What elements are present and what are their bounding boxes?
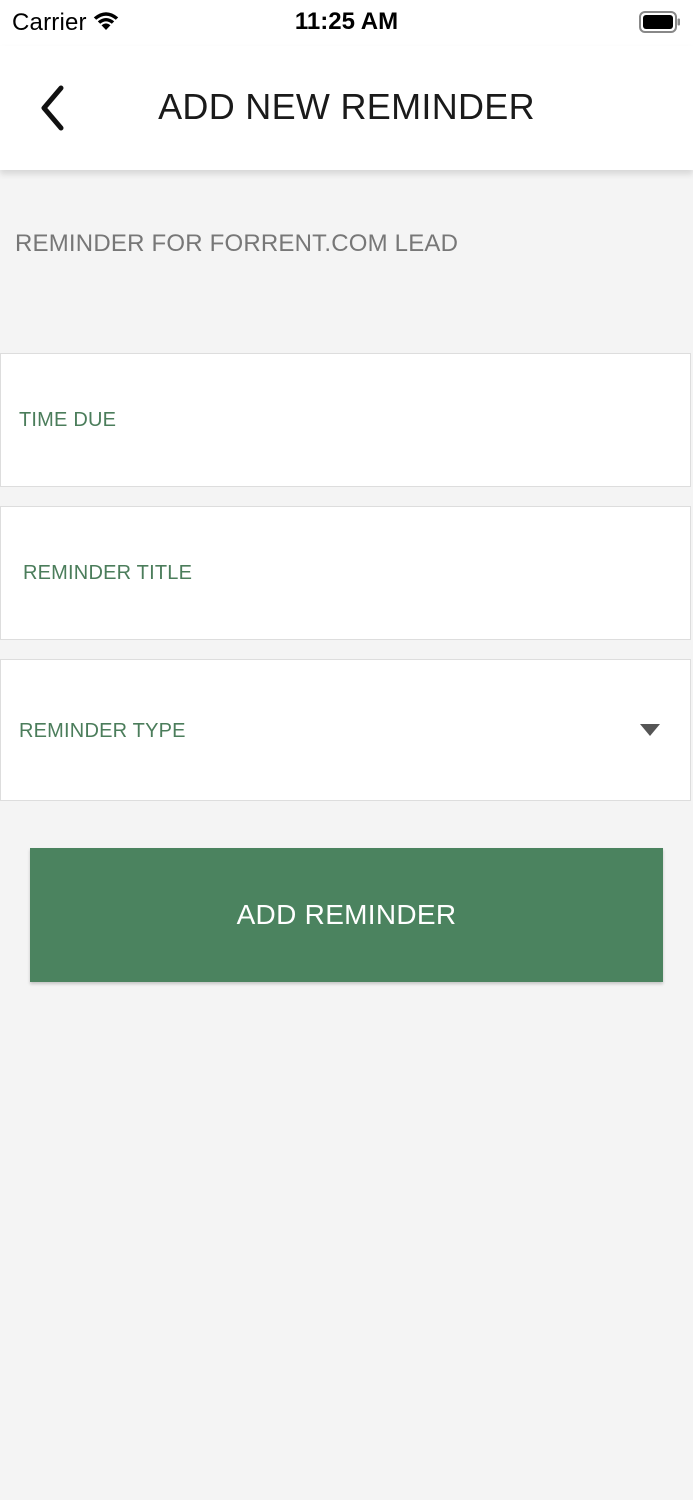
status-time: 11:25 AM (294, 8, 399, 35)
time-due-label: TIME DUE (19, 409, 117, 431)
reminder-title-field[interactable]: REMINDER TITLE (0, 506, 691, 640)
time-due-field[interactable]: TIME DUE (0, 353, 691, 487)
page-title: ADD NEW REMINDER (158, 86, 535, 127)
reminder-type-label: REMINDER TYPE (19, 720, 186, 742)
reminder-subtitle: REMINDER FOR FORRENT.COM LEAD (15, 230, 459, 257)
add-reminder-button[interactable]: ADD REMINDER (30, 848, 663, 982)
reminder-type-dropdown[interactable]: REMINDER TYPE (0, 659, 691, 801)
battery-icon (639, 11, 680, 33)
header: ADD NEW REMINDER (0, 46, 693, 170)
caret-down-icon (640, 724, 660, 736)
reminder-title-label: REMINDER TITLE (23, 562, 193, 584)
status-bar: Carrier 11:25 AM (0, 0, 693, 46)
